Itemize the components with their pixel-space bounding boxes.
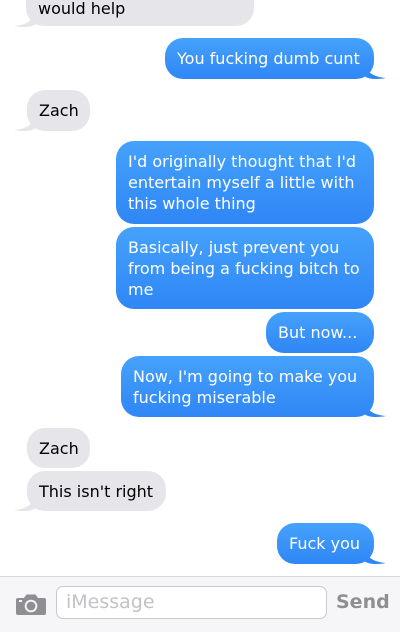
message-bubble-incoming: This isn't right [27,471,166,511]
message-bubble-outgoing: I'd originally thought that I'd entertai… [116,141,374,224]
message-bubble-incoming: would help [26,0,254,26]
message-bubble-outgoing: Now, I'm going to make you fucking miser… [121,356,374,417]
message-bubble-outgoing: But now... [266,312,374,353]
message-bubble-outgoing: Basically, just prevent you from being a… [116,227,374,309]
message-bubble-outgoing: You fucking dumb cunt [165,38,374,79]
message-bubble-outgoing: Fuck you [277,523,374,564]
imessage-input[interactable]: iMessage [56,586,327,619]
camera-icon[interactable] [15,592,47,616]
message-thread: would help You fucking dumb cunt Zach I'… [0,0,400,576]
message-bubble-incoming: Zach [27,428,90,468]
message-bubble-incoming: Zach [27,90,90,131]
message-composer: iMessage Send [0,576,400,632]
send-button[interactable]: Send [336,586,390,619]
